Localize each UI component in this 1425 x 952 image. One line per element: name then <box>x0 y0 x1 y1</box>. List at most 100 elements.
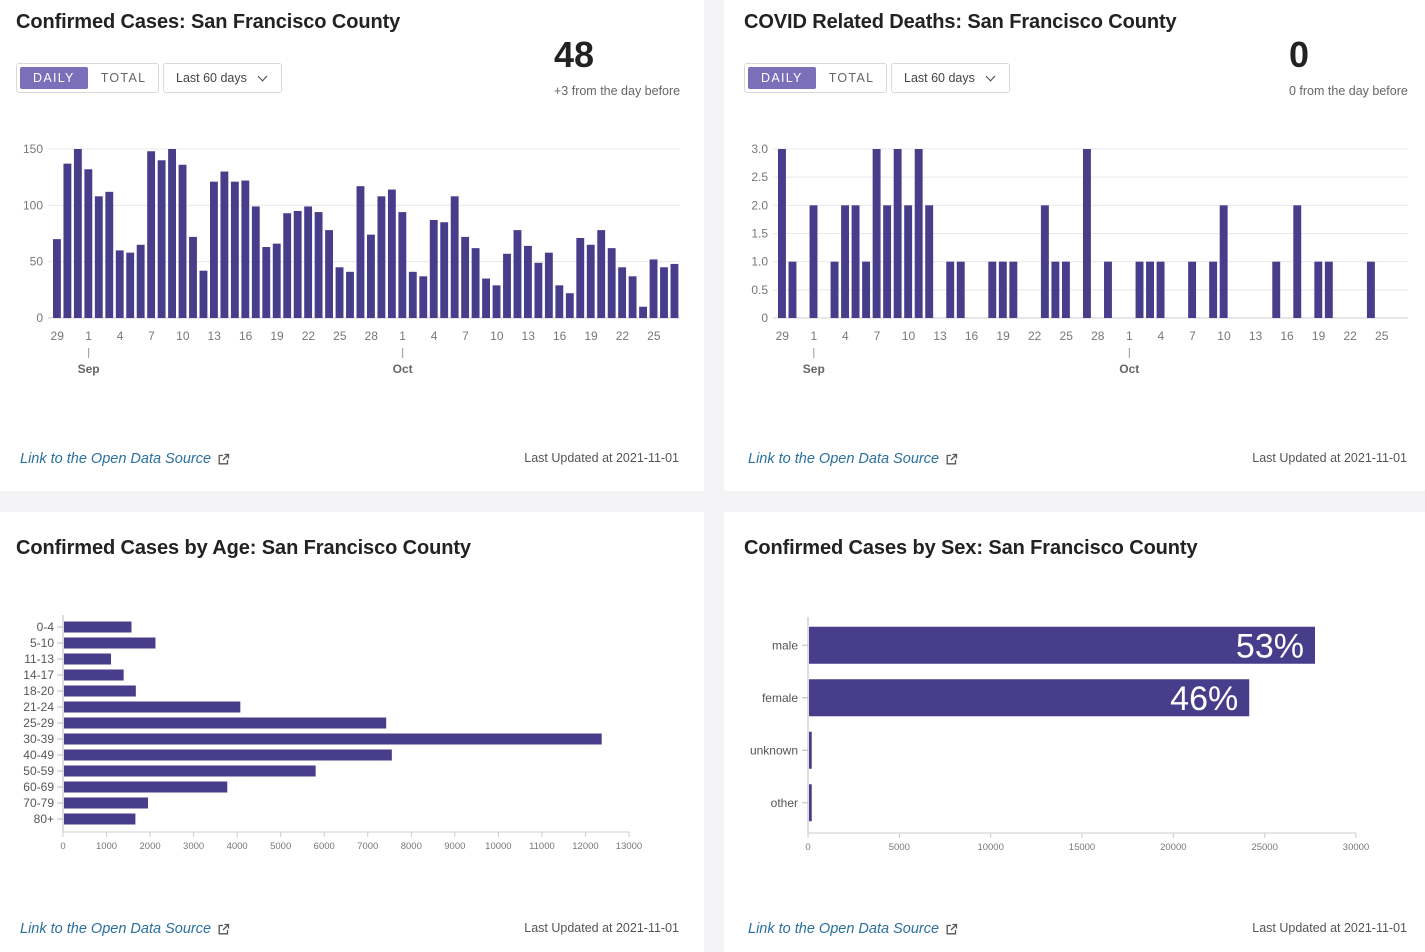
category-label: 40-49 <box>23 748 54 762</box>
x-tick-label: 10000 <box>485 841 511 852</box>
bar <box>64 653 112 665</box>
x-tick-label: 4 <box>842 329 849 343</box>
bar <box>377 196 386 318</box>
month-label: Sep <box>803 362 825 376</box>
category-label: 21-24 <box>23 700 54 714</box>
x-tick-label: 1000 <box>96 841 117 852</box>
x-tick-label: 25 <box>647 329 661 343</box>
bar <box>1272 261 1281 318</box>
bar <box>851 205 860 318</box>
bar <box>1324 261 1333 318</box>
bar <box>64 733 602 745</box>
bar <box>482 278 490 318</box>
bar <box>367 234 375 318</box>
bar <box>1188 261 1197 318</box>
bar <box>126 252 135 318</box>
bar <box>778 149 786 318</box>
bar <box>649 259 658 318</box>
x-tick-label: 22 <box>616 329 630 343</box>
y-tick-label: 3.0 <box>751 142 768 156</box>
category-label: male <box>772 638 798 652</box>
bar <box>914 149 923 318</box>
last-updated-text: Last Updated at 2021-11-01 <box>1252 921 1407 935</box>
bar <box>450 196 459 318</box>
bar <box>314 212 323 318</box>
bar <box>157 160 166 318</box>
bar <box>1293 205 1302 318</box>
x-tick-label: 10 <box>176 329 190 343</box>
x-tick-label: 29 <box>51 329 65 343</box>
bar <box>241 180 250 318</box>
bar <box>440 222 449 318</box>
bar <box>429 219 438 318</box>
category-label: 18-20 <box>23 684 54 698</box>
x-tick-label: 22 <box>1028 329 1042 343</box>
bar <box>883 205 892 318</box>
external-link-icon <box>218 453 230 464</box>
bar <box>1082 149 1091 318</box>
confirmed-cases-card: Confirmed Cases: San Francisco County DA… <box>0 0 704 491</box>
bar <box>1135 261 1144 318</box>
category-label: 25-29 <box>23 716 54 730</box>
bar <box>946 261 955 318</box>
open-data-source-link[interactable]: Link to the Open Data Source <box>20 921 230 937</box>
x-tick-label: 13 <box>933 329 947 343</box>
bar <box>1009 261 1018 318</box>
bar <box>64 621 132 633</box>
x-tick-label: 29 <box>776 329 790 343</box>
bar <box>893 149 902 318</box>
bar <box>356 186 365 318</box>
bar <box>788 261 797 318</box>
data-label: 53% <box>1236 627 1304 665</box>
data-label: 46% <box>1170 680 1238 718</box>
x-tick-label: 25 <box>1060 329 1074 343</box>
bar <box>1366 261 1375 318</box>
month-label: Oct <box>393 362 413 376</box>
bar <box>660 267 668 318</box>
open-data-source-link[interactable]: Link to the Open Data Source <box>20 451 230 467</box>
bar <box>670 263 679 318</box>
external-link-icon <box>218 923 230 934</box>
x-tick-label: 16 <box>1280 329 1294 343</box>
bar <box>544 252 553 318</box>
bar <box>1061 261 1070 318</box>
x-tick-label: 3000 <box>183 841 204 852</box>
x-tick-label: 22 <box>1343 329 1357 343</box>
category-label: 60-69 <box>23 780 54 794</box>
bar <box>576 238 585 318</box>
x-tick-label: 5000 <box>270 841 291 852</box>
x-tick-label: 13 <box>522 329 536 343</box>
bar <box>565 293 574 318</box>
x-tick-label: 0 <box>805 842 810 853</box>
x-tick-label: 9000 <box>444 841 465 852</box>
bar <box>461 236 470 318</box>
category-label: 0-4 <box>37 620 55 634</box>
y-tick-label: 50 <box>30 255 44 269</box>
bar <box>105 191 114 318</box>
bar <box>53 239 61 318</box>
x-tick-label: 19 <box>996 329 1010 343</box>
open-data-source-link[interactable]: Link to the Open Data Source <box>748 451 958 467</box>
x-tick-label: 1 <box>1126 329 1133 343</box>
bar <box>272 243 281 318</box>
bar <box>872 149 881 318</box>
bar <box>586 244 595 318</box>
bar <box>64 701 241 713</box>
bar <box>398 212 407 318</box>
bar <box>64 813 136 825</box>
x-tick-label: 30000 <box>1343 842 1369 853</box>
bar <box>607 248 616 318</box>
bar <box>809 205 818 318</box>
bar <box>1209 261 1218 318</box>
category-label: 50-59 <box>23 764 54 778</box>
bar <box>408 271 417 318</box>
bar <box>168 149 176 318</box>
bar <box>64 669 124 681</box>
bar <box>956 261 965 318</box>
bar <box>419 276 428 318</box>
x-tick-label: 7000 <box>357 841 378 852</box>
x-tick-label: 1 <box>810 329 817 343</box>
open-data-source-link[interactable]: Link to the Open Data Source <box>748 921 958 937</box>
bar <box>1146 261 1154 318</box>
y-tick-label: 1.5 <box>751 227 768 241</box>
